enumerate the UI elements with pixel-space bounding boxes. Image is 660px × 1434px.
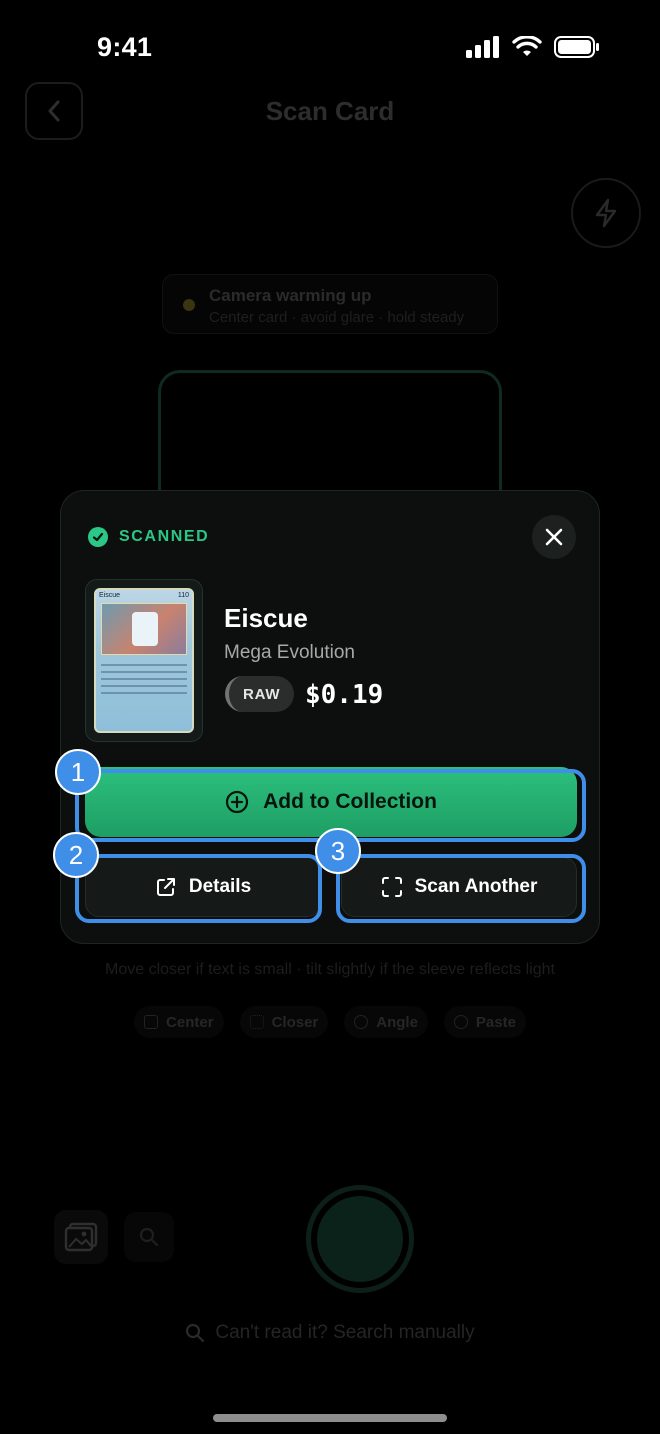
chip-label: Closer xyxy=(271,1013,319,1031)
flash-button[interactable] xyxy=(571,178,641,248)
annotation-box-2 xyxy=(75,854,322,923)
chip-angle[interactable]: Angle xyxy=(344,1006,428,1038)
chip-label: Center xyxy=(166,1013,214,1031)
annotation-box-3 xyxy=(336,854,586,923)
tip-chips: Center Closer Angle Paste xyxy=(0,1006,660,1038)
card-image-header: Eiscue 110 xyxy=(99,592,189,601)
lightning-icon xyxy=(595,198,617,228)
check-circle-icon xyxy=(88,527,108,547)
search-button[interactable] xyxy=(124,1212,174,1262)
chip-closer[interactable]: Closer xyxy=(239,1006,329,1038)
scan-hint: Move closer if text is small · tilt slig… xyxy=(105,961,555,978)
scanned-badge: SCANNED xyxy=(88,527,209,547)
manual-search-link[interactable]: Can't read it? Search manually xyxy=(0,1322,660,1344)
card-set: Mega Evolution xyxy=(224,642,355,663)
annotation-marker-1: 1 xyxy=(55,749,101,795)
card-image: Eiscue 110 xyxy=(94,588,194,733)
camera-status-subtitle: Center card · avoid glare · hold steady xyxy=(209,309,465,326)
sun-icon xyxy=(354,1015,369,1029)
card-illustration xyxy=(101,603,187,655)
search-icon xyxy=(453,1015,468,1029)
chip-label: Paste xyxy=(475,1013,516,1031)
camera-status: Camera warming up Center card · avoid gl… xyxy=(162,274,498,334)
close-icon xyxy=(545,528,563,546)
card-image-hp: 110 xyxy=(177,592,189,599)
card-name: Eiscue xyxy=(224,603,308,633)
page-title: Scan Card xyxy=(265,96,395,126)
card-price: $0.19 xyxy=(305,680,384,710)
annotation-marker-3: 3 xyxy=(315,828,361,874)
gallery-icon xyxy=(64,1222,98,1252)
frame-icon xyxy=(144,1015,159,1029)
chip-paste[interactable]: Paste xyxy=(443,1006,526,1038)
shutter-button[interactable] xyxy=(306,1185,414,1293)
card-image-name: Eiscue xyxy=(99,592,121,599)
shutter-inner xyxy=(317,1196,403,1282)
gallery-button[interactable] xyxy=(54,1210,108,1264)
chip-center[interactable]: Center xyxy=(134,1006,224,1038)
condition-badge[interactable]: RAW xyxy=(225,676,295,712)
scanned-label: SCANNED xyxy=(119,528,210,545)
manual-search-label: Can't read it? Search manually xyxy=(215,1322,475,1343)
close-button[interactable] xyxy=(532,515,576,559)
chip-label: Angle xyxy=(376,1013,418,1031)
dots-icon xyxy=(249,1015,264,1029)
home-indicator xyxy=(213,1414,447,1422)
camera-status-title: Camera warming up xyxy=(209,286,372,305)
search-icon xyxy=(186,1323,205,1343)
search-icon xyxy=(139,1227,159,1247)
status-dot-icon xyxy=(183,299,195,311)
card-thumbnail[interactable]: Eiscue 110 xyxy=(85,579,203,742)
card-text-lines xyxy=(101,664,187,699)
annotation-marker-2: 2 xyxy=(53,832,99,878)
card-figure xyxy=(132,612,158,646)
